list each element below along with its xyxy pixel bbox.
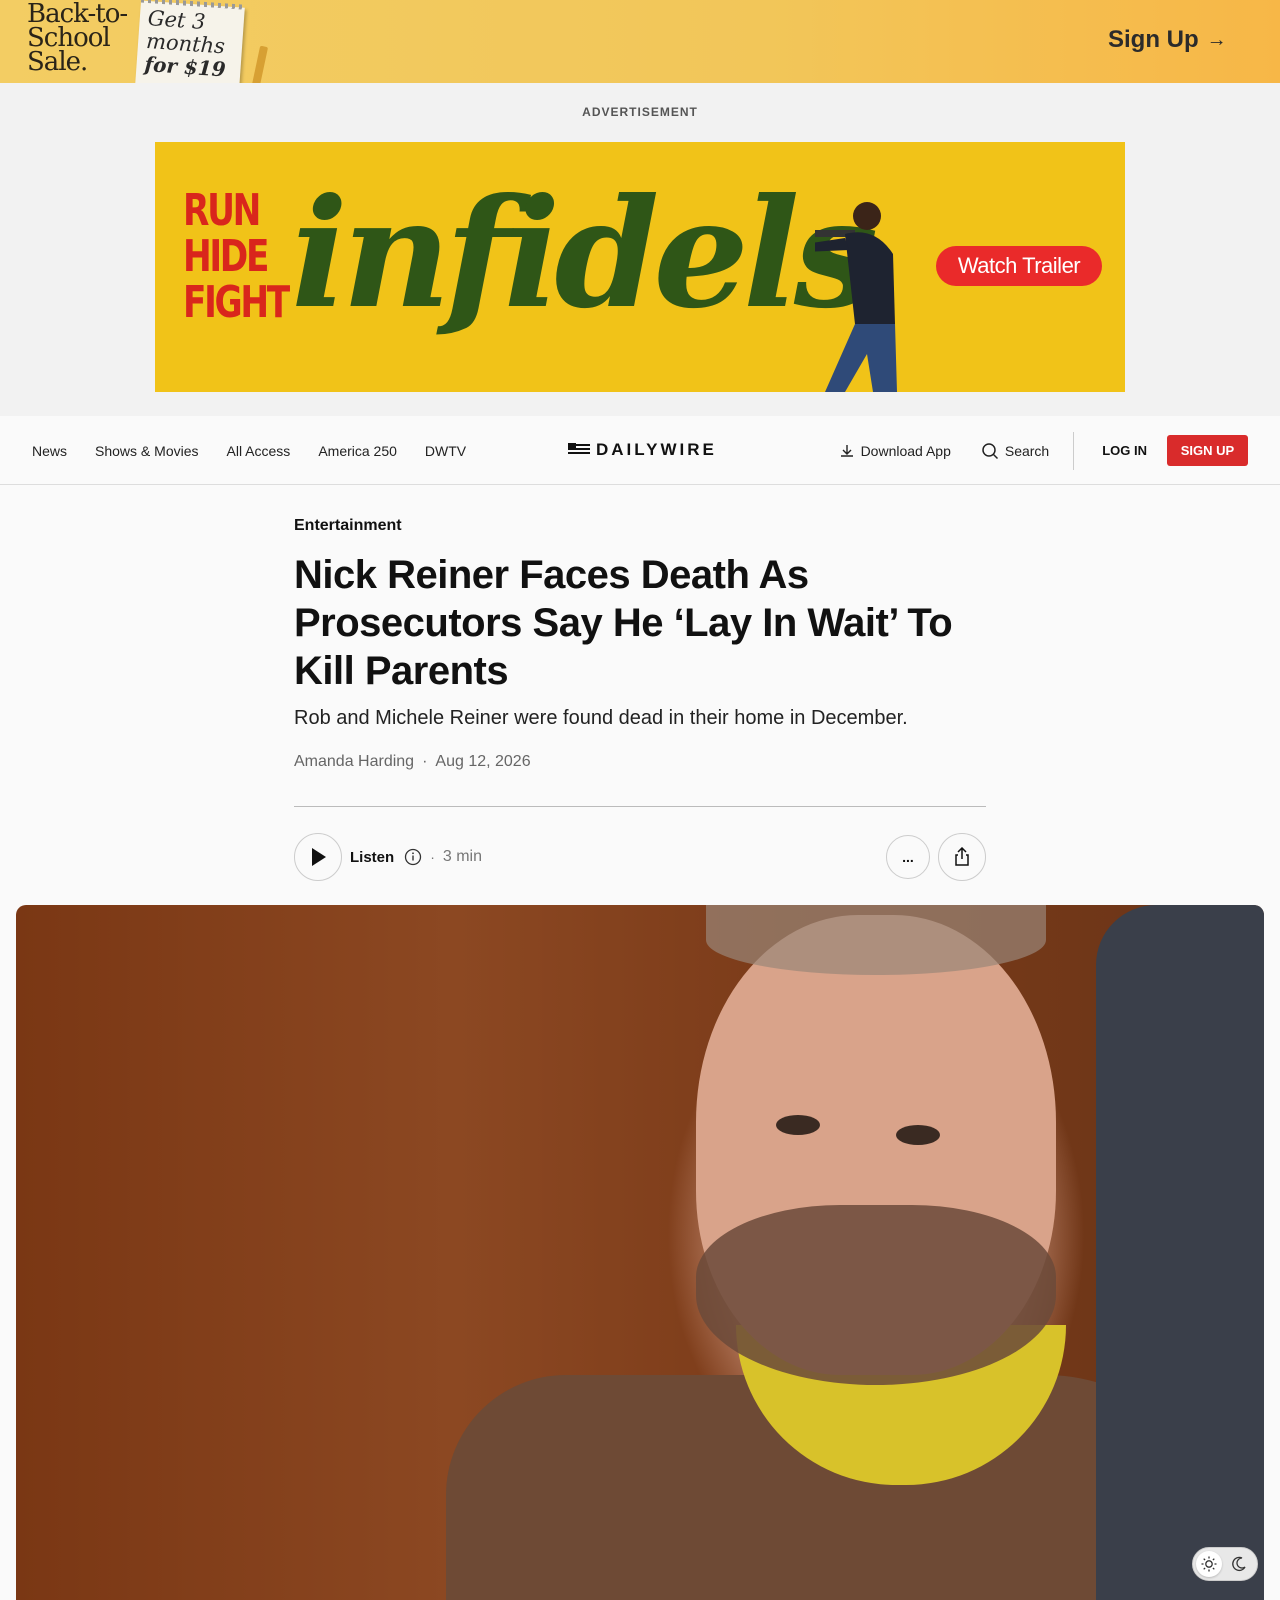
login-button[interactable]: LOG IN (1102, 443, 1147, 458)
share-icon (955, 847, 969, 866)
watch-trailer-button[interactable]: Watch Trailer (936, 246, 1102, 286)
article-dek: Rob and Michele Reiner were found dead i… (294, 707, 908, 729)
nav-divider (1073, 431, 1075, 470)
promo-offer-price: for $19 (143, 51, 227, 82)
promo-logo: Back-to- School Sale. (27, 1, 128, 77)
nav-item-america-250[interactable]: America 250 (318, 443, 397, 459)
article-category[interactable]: Entertainment (294, 517, 402, 535)
article-headline: Nick Reiner Faces Death As Prosecutors S… (294, 553, 953, 693)
photo-hair (706, 905, 1046, 975)
nav-actions: Download App Search LOG IN SIGN UP (839, 416, 1248, 485)
listen-label[interactable]: Listen (350, 849, 394, 866)
photo-eye (896, 1125, 940, 1145)
ad-tagline-line: RUN (183, 185, 261, 236)
photo-background-person (1096, 905, 1264, 1600)
nav-item-news[interactable]: News (32, 443, 67, 459)
light-mode-button[interactable] (1196, 1551, 1222, 1577)
play-icon (312, 848, 326, 866)
signup-button[interactable]: SIGN UP (1167, 435, 1248, 466)
promo-signup-label: Sign Up (1108, 26, 1199, 53)
play-button[interactable] (294, 833, 342, 881)
search-button[interactable]: Search (981, 442, 1049, 460)
download-app-label: Download App (860, 442, 951, 459)
share-button[interactable] (938, 833, 986, 881)
byline: Amanda Harding · Aug 12, 2026 (294, 753, 531, 771)
site-logo[interactable]: DAILYWIRE (568, 440, 717, 460)
nav-item-shows-movies[interactable]: Shows & Movies (95, 443, 198, 459)
read-duration: 3 min (442, 848, 482, 865)
ad-tagline-line: FIGHT (183, 277, 290, 328)
main-nav: News Shows & Movies All Access America 2… (0, 416, 1280, 485)
more-options-label: ... (902, 849, 914, 865)
download-icon (840, 444, 853, 457)
audio-player: Listen · 3 min ... (294, 833, 986, 881)
ad-banner[interactable]: RUN HIDE FIGHT infidels Watch Trailer (155, 142, 1125, 392)
ad-title: infidels (291, 166, 878, 342)
dark-mode-button[interactable] (1226, 1551, 1252, 1577)
divider (294, 806, 986, 807)
search-label: Search (1004, 442, 1050, 459)
byline-separator: · (422, 753, 428, 770)
promo-offer-note: Get 3 months for $19 (135, 0, 245, 83)
ad-tagline: RUN HIDE FIGHT (183, 185, 290, 328)
ad-tagline-line: HIDE (183, 231, 269, 282)
flag-icon (568, 443, 590, 454)
info-icon[interactable] (404, 848, 422, 866)
article-hero-image (16, 905, 1264, 1600)
duration-separator: · (430, 849, 435, 865)
arrow-right-icon: → (1206, 28, 1227, 51)
pencil-icon (251, 45, 269, 83)
publish-date: Aug 12, 2026 (435, 753, 531, 770)
nav-item-all-access[interactable]: All Access (227, 443, 291, 459)
ad-figure-image (815, 202, 897, 392)
brand-name: DAILYWIRE (596, 440, 717, 459)
promo-banner[interactable]: Back-to- School Sale. Get 3 months for $… (0, 0, 1280, 83)
download-app-button[interactable]: Download App (839, 443, 951, 459)
author-name[interactable]: Amanda Harding (294, 753, 414, 771)
photo-eye (776, 1115, 820, 1135)
promo-signup-button[interactable]: Sign Up → (1108, 26, 1227, 54)
search-icon (982, 442, 998, 459)
ad-label: ADVERTISEMENT (582, 105, 698, 119)
sun-icon (1201, 1556, 1217, 1572)
moon-icon (1232, 1556, 1246, 1571)
more-options-button[interactable]: ... (886, 835, 930, 879)
promo-logo-line: Sale. (27, 47, 88, 77)
theme-toggle (1192, 1547, 1258, 1581)
nav-item-dwtv[interactable]: DWTV (425, 443, 466, 459)
nav-links: News Shows & Movies All Access America 2… (32, 416, 466, 485)
advertisement-area: ADVERTISEMENT RUN HIDE FIGHT infidels Wa… (0, 83, 1280, 416)
photo-beard (696, 1205, 1056, 1385)
